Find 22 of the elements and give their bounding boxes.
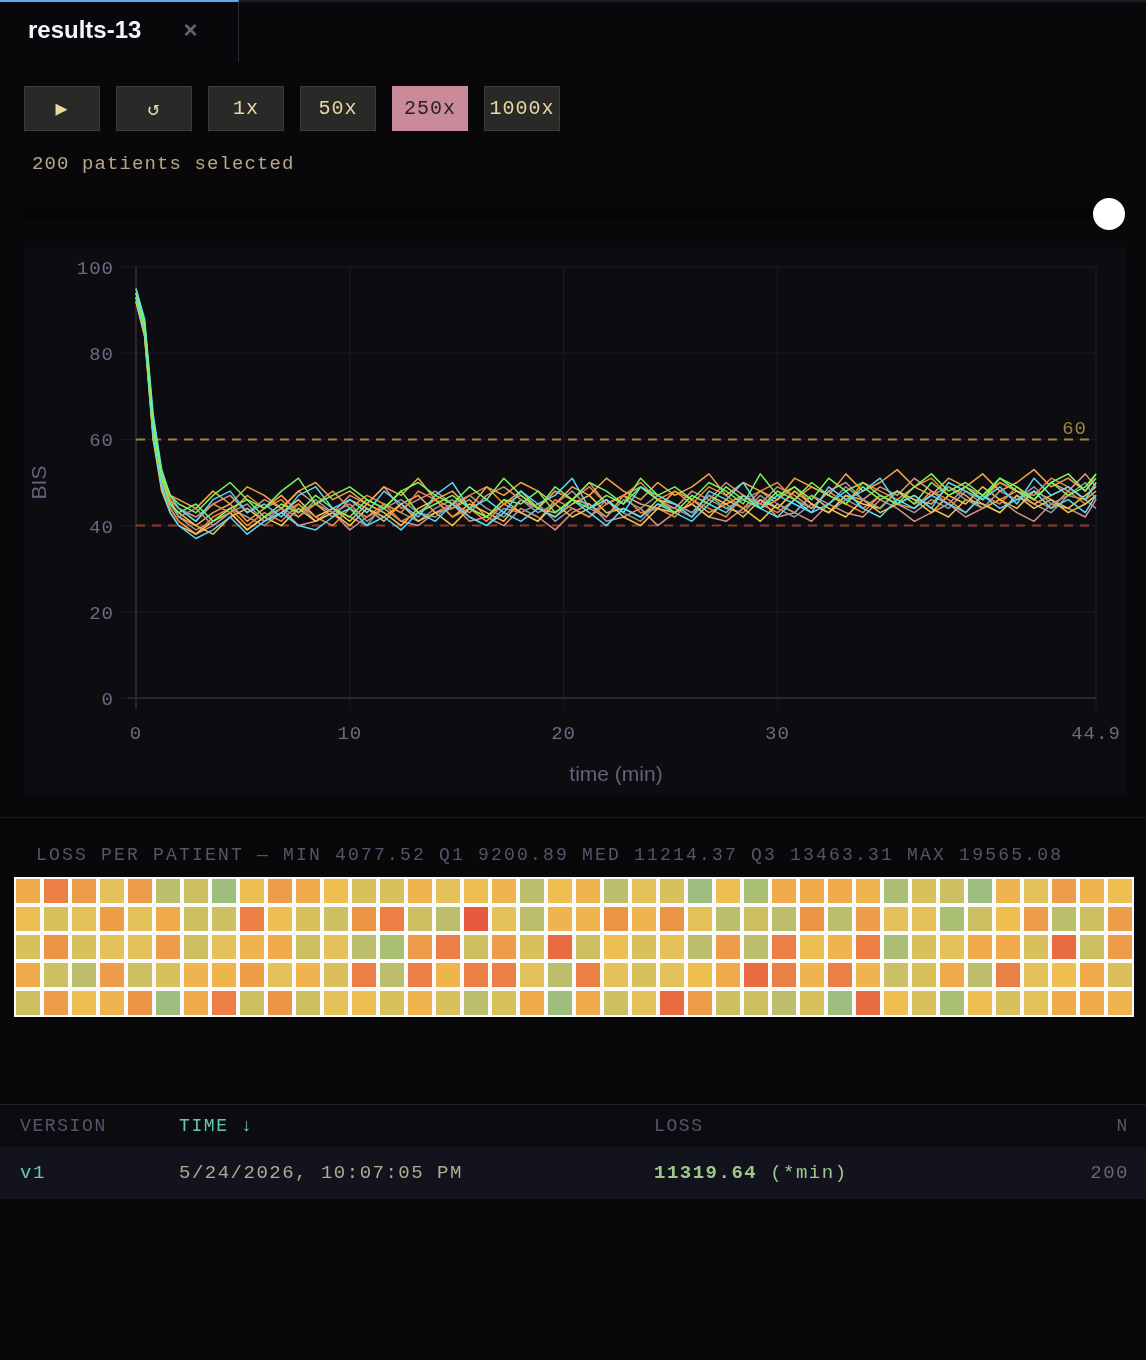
x-tick-label: 44.9 — [1071, 723, 1121, 745]
count-cell: 200 — [1090, 1162, 1129, 1184]
loss-summary-heading: LOSS PER PATIENT — MIN 4077.52 Q1 9200.89 MED 11214.37 Q3 13463.31 MAX 19565.08 — [35, 844, 1065, 866]
x-tick-label: 20 — [551, 723, 576, 745]
y-axis-title: BIS — [27, 465, 50, 500]
x-axis-title: time (min) — [569, 762, 663, 785]
x-tick-label: 30 — [765, 723, 790, 745]
y-tick-label: 0 — [101, 689, 114, 711]
time-cell-text: 5/24/2026, 10:07:05 PM — [179, 1162, 464, 1184]
y-tick-label: 80 — [89, 344, 114, 367]
y-tick-label: 40 — [89, 516, 114, 539]
version-cell-text: v1 — [20, 1162, 47, 1184]
y-tick-label: 60 — [89, 430, 114, 453]
loss-note: (*min) — [770, 1162, 848, 1184]
threshold-label: 60 — [1062, 418, 1087, 441]
y-tick-label: 100 — [76, 258, 114, 280]
x-tick-label: 0 — [129, 723, 143, 745]
tab-title: results-13 — [28, 16, 142, 44]
x-tick-label: 10 — [337, 723, 363, 745]
selection-status: 200 patients selected — [31, 152, 296, 176]
y-tick-label: 20 — [89, 602, 114, 625]
loss-value: 11319.64 — [654, 1162, 758, 1184]
